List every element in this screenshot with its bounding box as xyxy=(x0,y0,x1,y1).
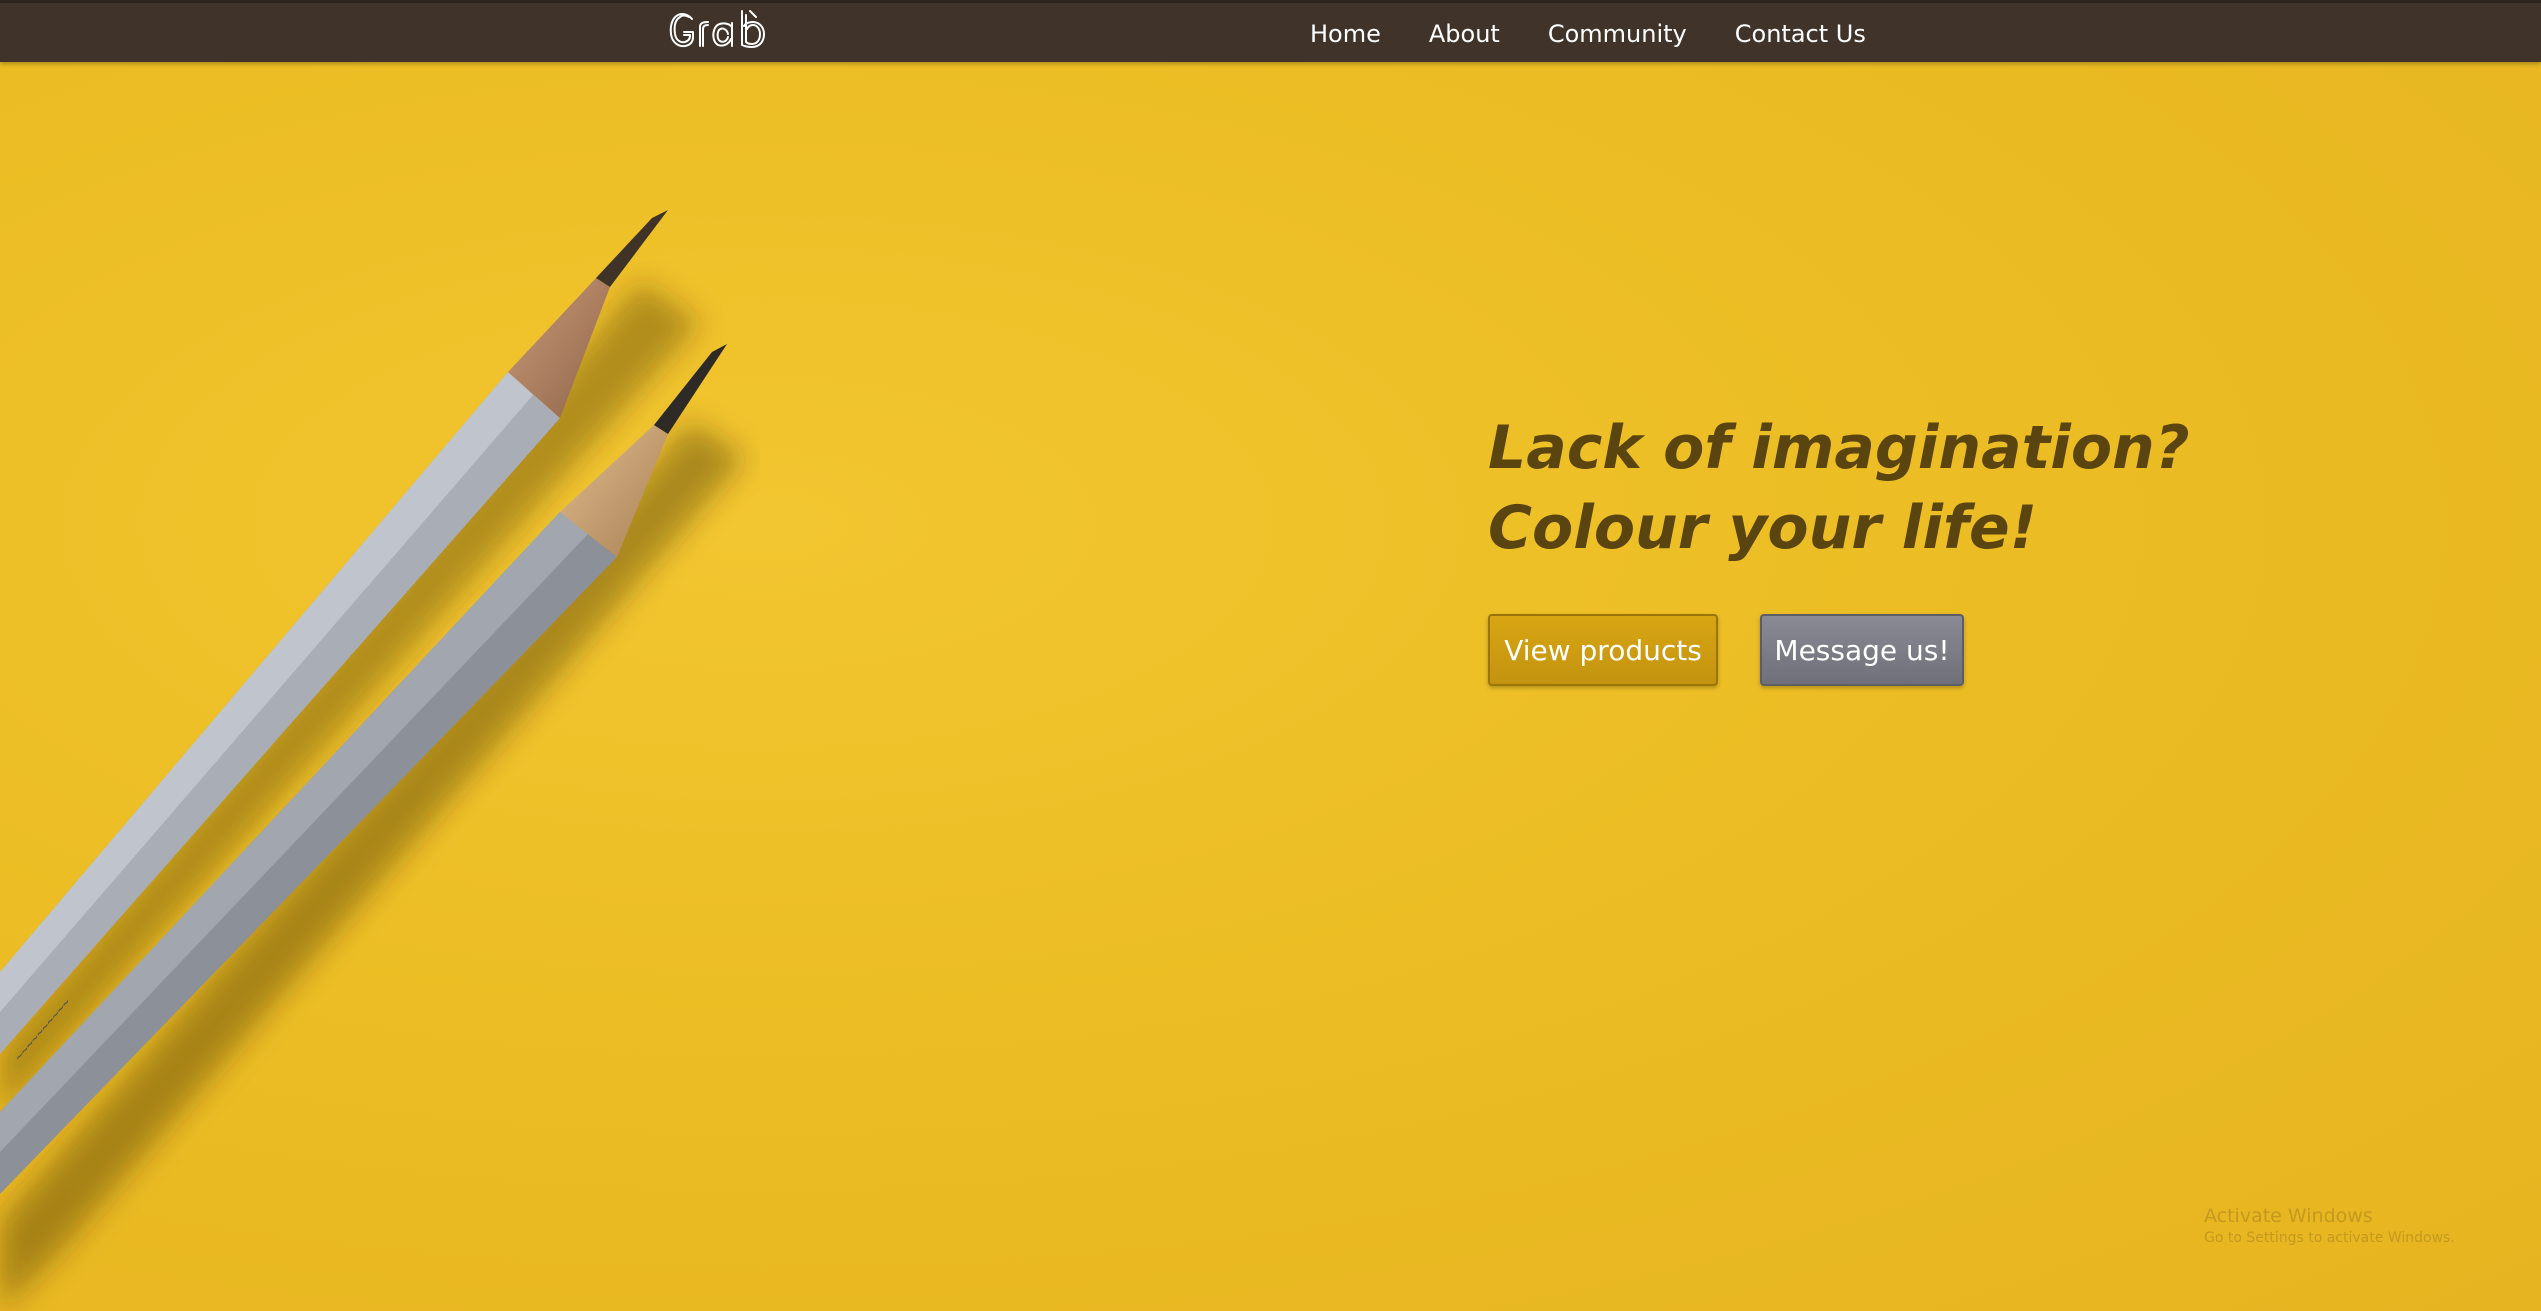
headline-line-2: Colour your life! xyxy=(1488,493,2038,563)
headline-line-1: Lack of imagination? xyxy=(1488,413,2190,483)
nav-home-link[interactable]: Home xyxy=(1310,20,1381,48)
nav-links: Home About Community Contact Us xyxy=(1310,3,1866,65)
message-us-button[interactable]: Message us! xyxy=(1760,614,1964,686)
watermark-subtitle: Go to Settings to activate Windows. xyxy=(2204,1230,2455,1246)
nav-community-link[interactable]: Community xyxy=(1548,20,1687,48)
hero-headline: Lack of imagination? Colour your life! xyxy=(1488,408,2190,568)
hero-buttons: View products Message us! xyxy=(1488,614,2190,686)
nav-about-link[interactable]: About xyxy=(1429,20,1500,48)
nav-contact-link[interactable]: Contact Us xyxy=(1735,20,1866,48)
activate-windows-watermark: Activate Windows Go to Settings to activ… xyxy=(2204,1204,2455,1248)
page: Home About Community Contact Us ~~~~~~~~… xyxy=(0,0,2541,1311)
hero: Lack of imagination? Colour your life! V… xyxy=(1488,408,2190,686)
watermark-title: Activate Windows xyxy=(2204,1205,2373,1227)
grab-logo[interactable] xyxy=(668,7,776,59)
navbar: Home About Community Contact Us xyxy=(0,0,2541,62)
view-products-button[interactable]: View products xyxy=(1488,614,1718,686)
pencils-image: ~~~~~~~~~~ xyxy=(0,210,745,1311)
